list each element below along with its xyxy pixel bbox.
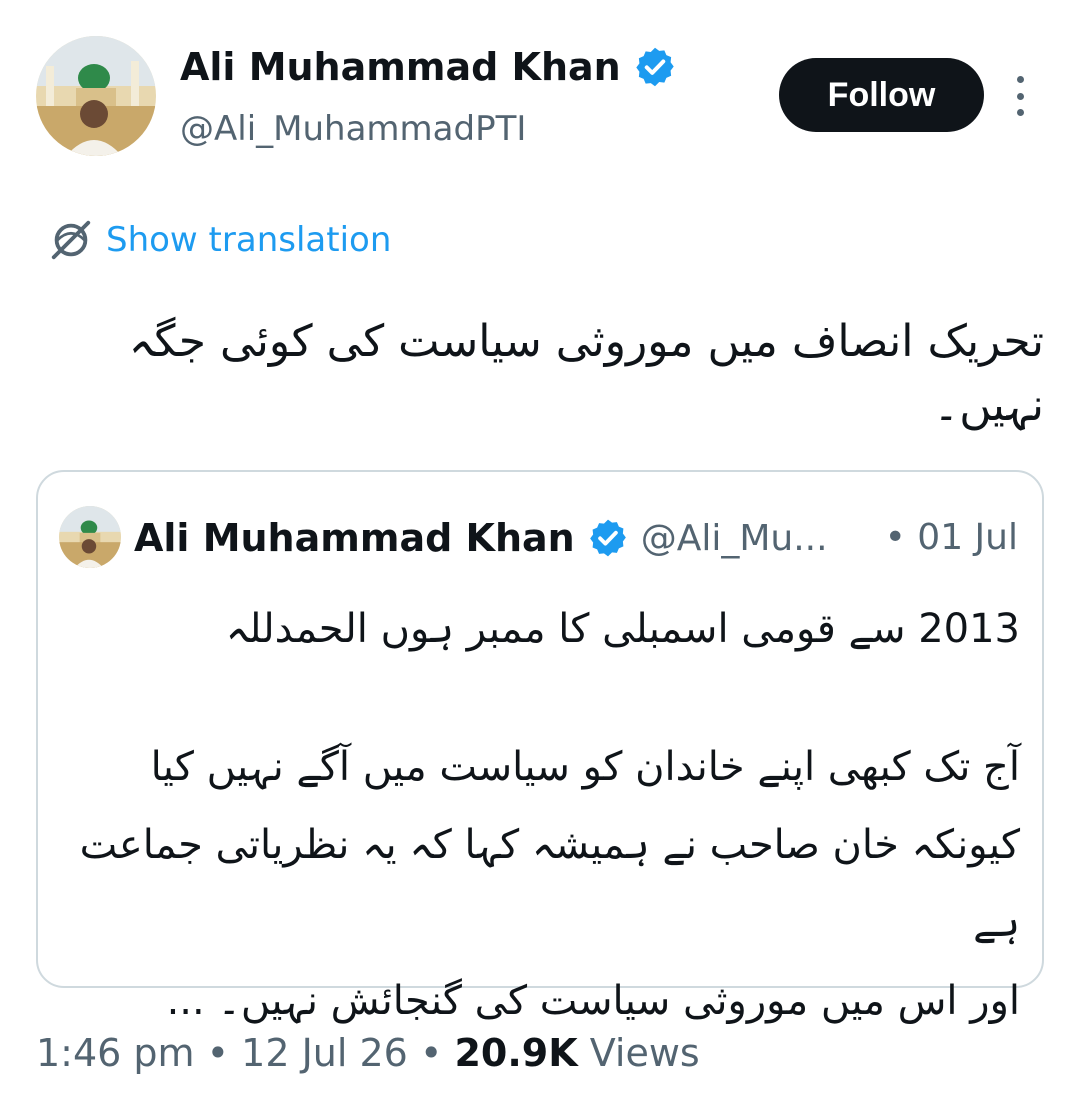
more-vertical-icon[interactable]	[1006, 76, 1034, 116]
tweet-meta: 1:46 pm • 12 Jul 26 • 20.9K Views	[36, 1026, 700, 1080]
views-label: Views	[589, 1031, 700, 1075]
quoted-header: Ali Muhammad Khan @Ali_Mu...	[134, 510, 828, 566]
author-handle[interactable]: @Ali_MuhammadPTI	[180, 104, 526, 154]
show-translation-link[interactable]: Show translation	[48, 216, 391, 264]
quoted-author-handle: @Ali_Mu...	[640, 517, 828, 559]
views-count: 20.9K	[454, 1031, 578, 1075]
avatar-image	[59, 506, 121, 568]
follow-button[interactable]: Follow	[779, 58, 984, 132]
verified-badge-icon	[636, 47, 674, 87]
quoted-text-line: 2013 سے قومی اسمبلی کا ممبر ہوں الحمدللہ	[225, 606, 1020, 652]
avatar-image	[36, 36, 156, 156]
quoted-date: • 01 Jul	[884, 517, 1018, 558]
meta-separator: •	[194, 1031, 242, 1075]
globe-translate-icon	[51, 220, 91, 260]
more-dot	[1016, 92, 1024, 100]
quoted-author-avatar	[59, 506, 121, 568]
quoted-text-line: آج تک کبھی اپنے خاندان کو سیاست میں آگے …	[150, 744, 1020, 790]
verified-badge-icon	[589, 519, 626, 557]
author-name[interactable]: Ali Muhammad Khan	[180, 40, 621, 94]
more-dot	[1016, 76, 1024, 83]
author-name-row[interactable]: Ali Muhammad Khan	[180, 40, 677, 94]
meta-separator: •	[407, 1031, 455, 1075]
quoted-text-paragraph: آج تک کبھی اپنے خاندان کو سیاست میں آگے …	[60, 728, 1020, 1040]
more-dot	[1016, 109, 1024, 116]
quoted-text-line: کیونکہ خان صاحب نے ہمیشہ کہا کہ یہ نظریا…	[79, 822, 1020, 946]
tweet-text: تحریک انصاف میں موروثی سیاست کی کوئی جگہ…	[128, 316, 1044, 431]
author-avatar[interactable]	[36, 36, 156, 156]
tweet-date[interactable]: 12 Jul 26	[241, 1031, 408, 1075]
tweet-time[interactable]: 1:46 pm	[36, 1031, 195, 1075]
quoted-author-name: Ali Muhammad Khan	[134, 516, 575, 560]
show-translation-label[interactable]: Show translation	[106, 216, 391, 264]
